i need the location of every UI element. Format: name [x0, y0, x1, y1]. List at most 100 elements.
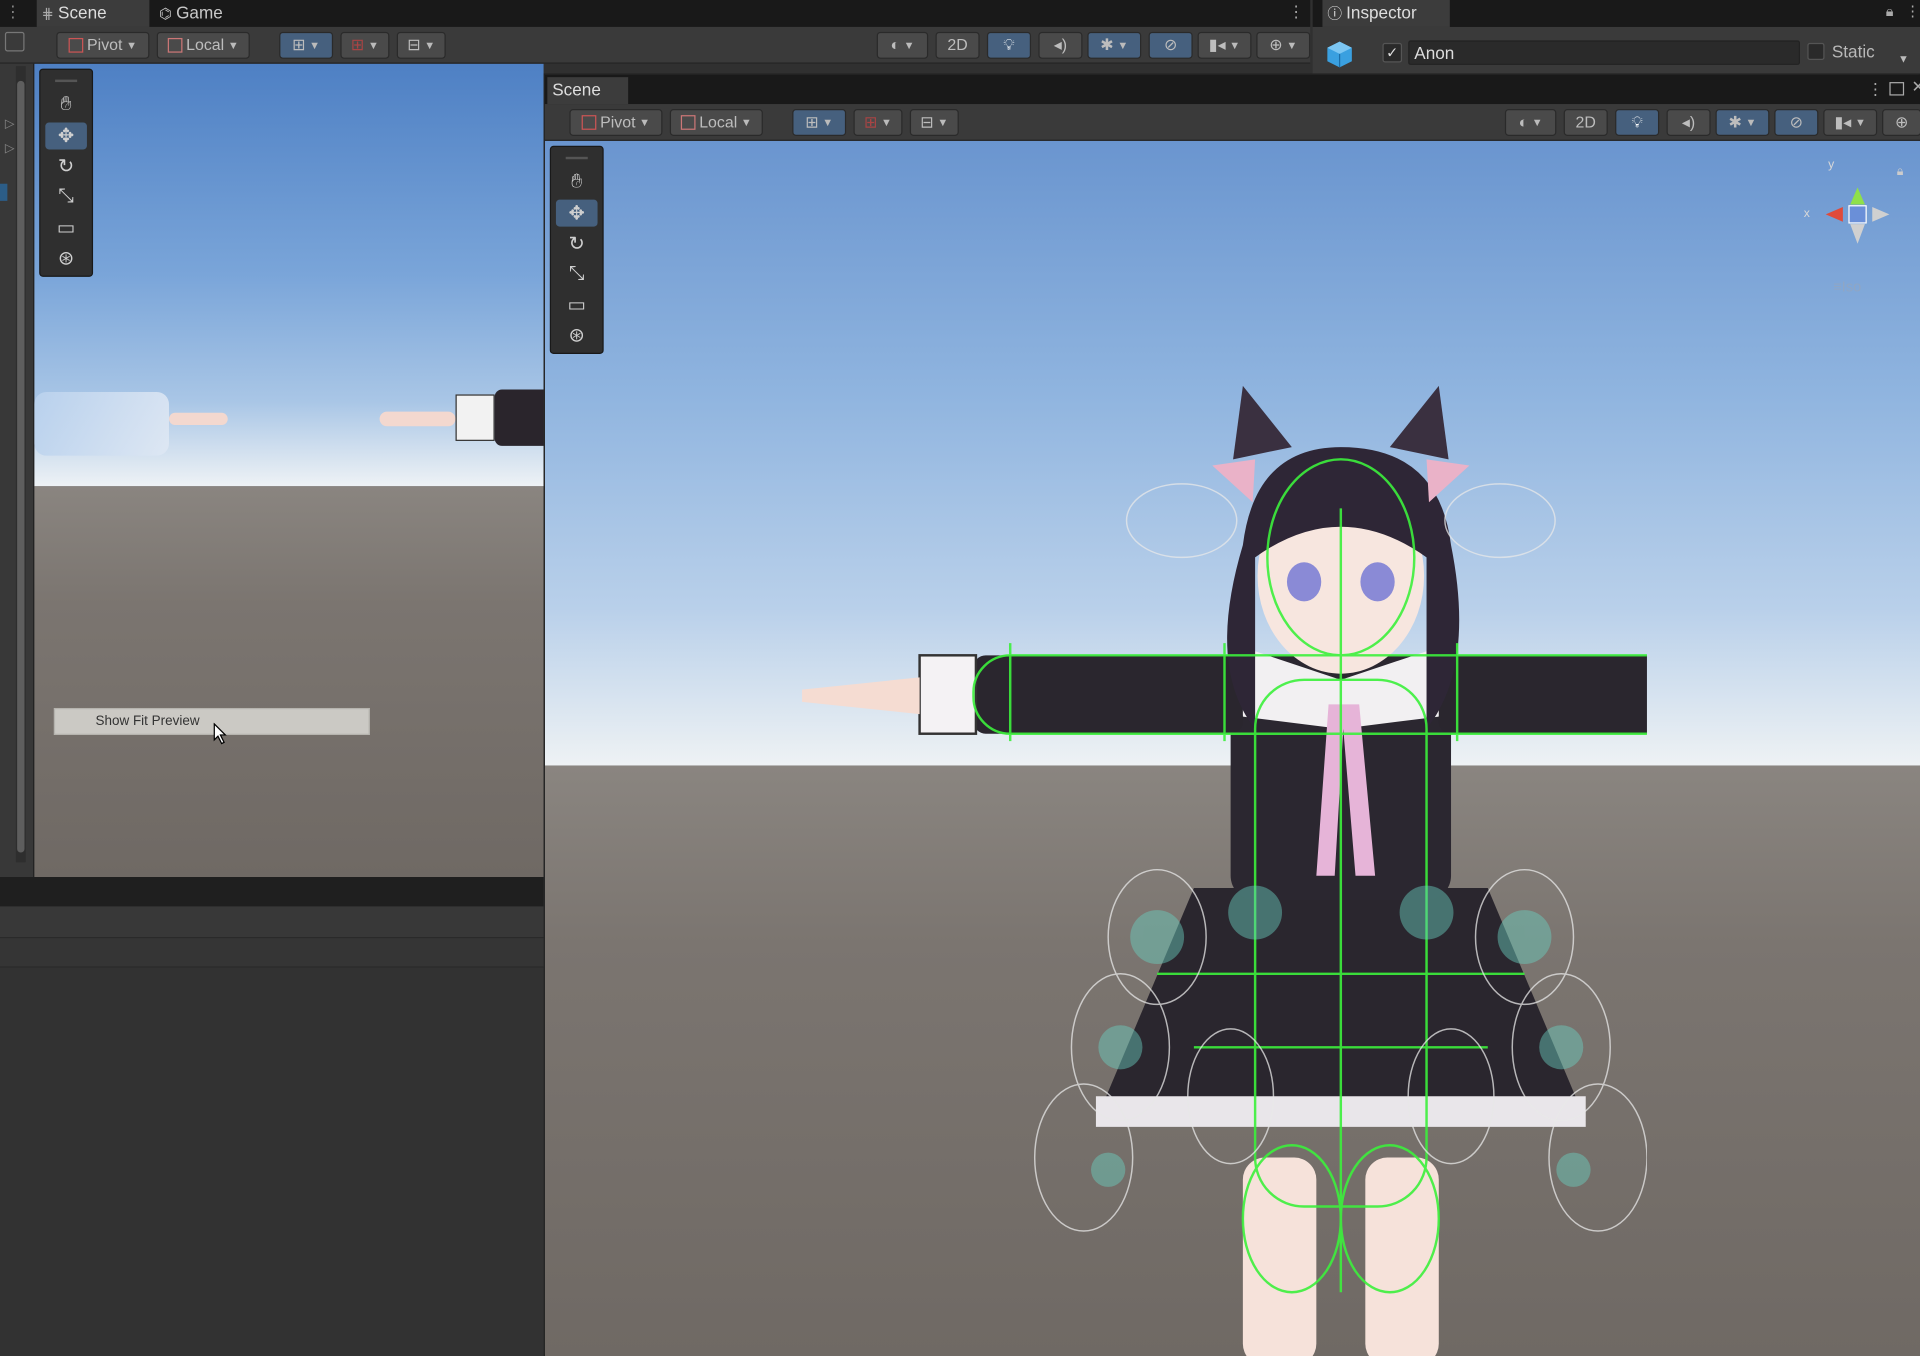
static-checkbox[interactable] [1807, 42, 1825, 61]
transform-tool-icon[interactable]: ⊛ [45, 245, 87, 272]
overlay-grip[interactable] [55, 79, 78, 85]
kebab-menu-icon[interactable]: ⋮ [1867, 80, 1883, 100]
toggle-2d-button[interactable]: 2D [1563, 109, 1608, 136]
chevron-down-icon: ▼ [1745, 116, 1757, 129]
scene-window-tab-bar [544, 74, 1920, 105]
lock-view-icon[interactable]: 🔒︎ [1897, 165, 1904, 178]
chevron-down-icon: ▼ [822, 116, 834, 129]
effects-icon: ✱ [1100, 35, 1114, 54]
eye-off-icon: ⊘ [1789, 112, 1804, 132]
static-label: Static [1831, 41, 1875, 62]
increment-snap-button[interactable]: ⊞ ▼ [853, 109, 903, 136]
chevron-down-icon[interactable]: ▼ [1898, 47, 1909, 69]
scrollbar-thumb[interactable] [17, 80, 25, 853]
console-body [0, 967, 544, 1356]
audio-toggle[interactable]: ◂) [1038, 31, 1083, 59]
grid-visibility-button[interactable]: ⊟ ▼ [909, 109, 959, 136]
move-tool-icon[interactable]: ✥ [45, 122, 87, 150]
window-menu-icon[interactable]: ⋮ [5, 2, 21, 22]
grid-snapping-button[interactable]: ⊞ ▼ [279, 31, 334, 59]
local-toggle[interactable]: Local ▼ [669, 109, 763, 136]
context-menu-item[interactable]: Show Fit Preview [53, 707, 370, 735]
tools-overlay: ✋︎ ✥ ↻ ⤡ ▭ ⊛ [549, 145, 604, 354]
tab-inspector[interactable]: ⓘ Inspector [1322, 0, 1450, 27]
gizmo-globe-icon: ⊕ [1894, 112, 1909, 132]
move-tool-icon[interactable]: ✥ [555, 199, 598, 227]
lock-icon[interactable]: 🔒︎ [1886, 2, 1894, 20]
active-checkbox[interactable]: ✓ [1382, 42, 1403, 63]
pivot-label: Pivot [87, 35, 123, 54]
chevron-down-icon: ▼ [227, 39, 239, 52]
selection-marker [0, 183, 8, 201]
effects-icon: ✱ [1728, 112, 1742, 132]
camera-settings-button[interactable]: ▮◂ ▼ [1823, 109, 1878, 136]
chevron-down-icon: ▼ [740, 116, 752, 129]
effects-toggle[interactable]: ✱ ▼ [1087, 31, 1142, 59]
left-tab-bar: ⋮ ⋕ Scene ⌬ Game ⋮ [0, 0, 1311, 27]
chevron-down-icon: ▼ [937, 116, 949, 129]
scale-tool-icon[interactable]: ⤡ [556, 261, 598, 288]
draw-mode-button[interactable]: ◐ ▼ [1504, 109, 1557, 136]
speaker-icon: ◂) [1681, 112, 1696, 132]
avatar-sleeve [494, 389, 544, 446]
rect-tool-icon[interactable]: ▭ [45, 214, 87, 241]
camera-settings-button[interactable]: ▮◂ ▼ [1197, 31, 1252, 59]
gameobject-cube-icon [1327, 41, 1352, 68]
rotate-tool-icon[interactable]: ↻ [556, 230, 598, 257]
tab-inspector-label: Inspector [1346, 2, 1417, 23]
local-toggle[interactable]: Local ▼ [156, 31, 250, 59]
chevron-down-icon: ▼ [1286, 39, 1298, 52]
pivot-toggle[interactable]: Pivot ▼ [56, 31, 150, 59]
expand-arrow-icon[interactable]: ▷ [5, 142, 14, 155]
hand-tool-icon[interactable]: ✋︎ [556, 169, 598, 196]
kebab-menu-icon[interactable]: ⋮ [1905, 2, 1920, 19]
layers-icon[interactable] [4, 31, 25, 52]
scene-viewport[interactable]: ✋︎ ✥ ↻ ⤡ ▭ ⊛ y x ≡Iso 🔒︎ [544, 140, 1920, 1356]
kebab-menu-icon[interactable]: ⋮ [1288, 2, 1304, 22]
avatar-hand-right [379, 411, 456, 427]
scale-tool-icon[interactable]: ⤡ [45, 184, 87, 211]
effects-toggle[interactable]: ✱ ▼ [1715, 109, 1770, 136]
grid-visibility-button[interactable]: ⊟ ▼ [396, 31, 446, 59]
scrollbar-track[interactable] [15, 66, 26, 863]
left-scene-toolbar: Pivot ▼ Local ▼ ⊞ ▼ ⊞ ▼ ⊟ ▼ ◐ ▼ 2D 💡︎ ◂) ✱ ▼ ⊘ … [0, 26, 1311, 64]
pivot-icon [581, 115, 597, 130]
gizmo-x-label: x [1803, 207, 1810, 221]
rect-tool-icon[interactable]: ▭ [556, 292, 598, 319]
close-icon[interactable]: ✕ [1911, 77, 1920, 97]
lighting-toggle[interactable]: 💡︎ [986, 31, 1032, 59]
draw-mode-button[interactable]: ◐ ▼ [876, 31, 929, 59]
ruler-icon: ⊟ [407, 35, 421, 54]
increment-snap-button[interactable]: ⊞ ▼ [340, 31, 390, 59]
hand-tool-icon[interactable]: ✋︎ [45, 92, 87, 119]
scene-window-toolbar: Pivot ▼ Local ▼ ⊞ ▼ ⊞ ▼ ⊟ ▼ ◐ ▼ 2D 💡︎ ◂) ✱ ▼ ⊘ … [544, 104, 1920, 141]
grid-snapping-button[interactable]: ⊞ ▼ [792, 109, 847, 136]
maximize-icon[interactable] [1889, 82, 1905, 96]
hidden-objects-toggle[interactable]: ⊘ [1148, 31, 1193, 59]
projection-toggle[interactable]: ≡Iso [1833, 278, 1861, 295]
lighting-toggle[interactable]: 💡︎ [1615, 109, 1660, 136]
tab-game[interactable]: ⌬ Game [154, 0, 252, 27]
left-scene-viewport[interactable]: Show Fit Preview ✋︎ ✥ ↻ ⤡ ▭ ⊛ [34, 63, 544, 878]
chevron-down-icon: ▼ [903, 39, 915, 52]
transform-tool-icon[interactable]: ⊛ [556, 322, 598, 349]
speaker-icon: ◂) [1053, 35, 1068, 54]
pivot-toggle[interactable]: Pivot ▼ [569, 109, 663, 136]
tab-scene-floating[interactable]: Scene [547, 77, 629, 105]
chevron-down-icon: ▼ [881, 116, 892, 129]
rotate-tool-icon[interactable]: ↻ [45, 153, 87, 180]
tab-scene[interactable]: ⋕ Scene [36, 0, 150, 27]
floating-scene-window: Scene ⋮ ✕ Pivot▼ Local▼ ⊞▼ ⊞▼ ⊟▼ ◐▼ 2D 💡… [543, 73, 1920, 1356]
object-name-field[interactable]: Anon [1408, 40, 1801, 65]
shading-sphere-icon: ◐ [1518, 112, 1529, 132]
toggle-2d-button[interactable]: 2D [935, 31, 980, 59]
overlay-grip[interactable] [565, 156, 588, 162]
hidden-objects-toggle[interactable]: ⊘ [1774, 109, 1819, 136]
expand-arrow-icon[interactable]: ▷ [5, 118, 14, 131]
audio-toggle[interactable]: ◂) [1666, 109, 1711, 136]
console-toolbar [0, 906, 544, 939]
chevron-down-icon: ▼ [309, 39, 321, 52]
gizmos-button[interactable]: ⊕ ▼ [1256, 31, 1311, 59]
gizmos-button[interactable]: ⊕ [1882, 109, 1920, 136]
tab-game-label: Game [176, 2, 223, 23]
